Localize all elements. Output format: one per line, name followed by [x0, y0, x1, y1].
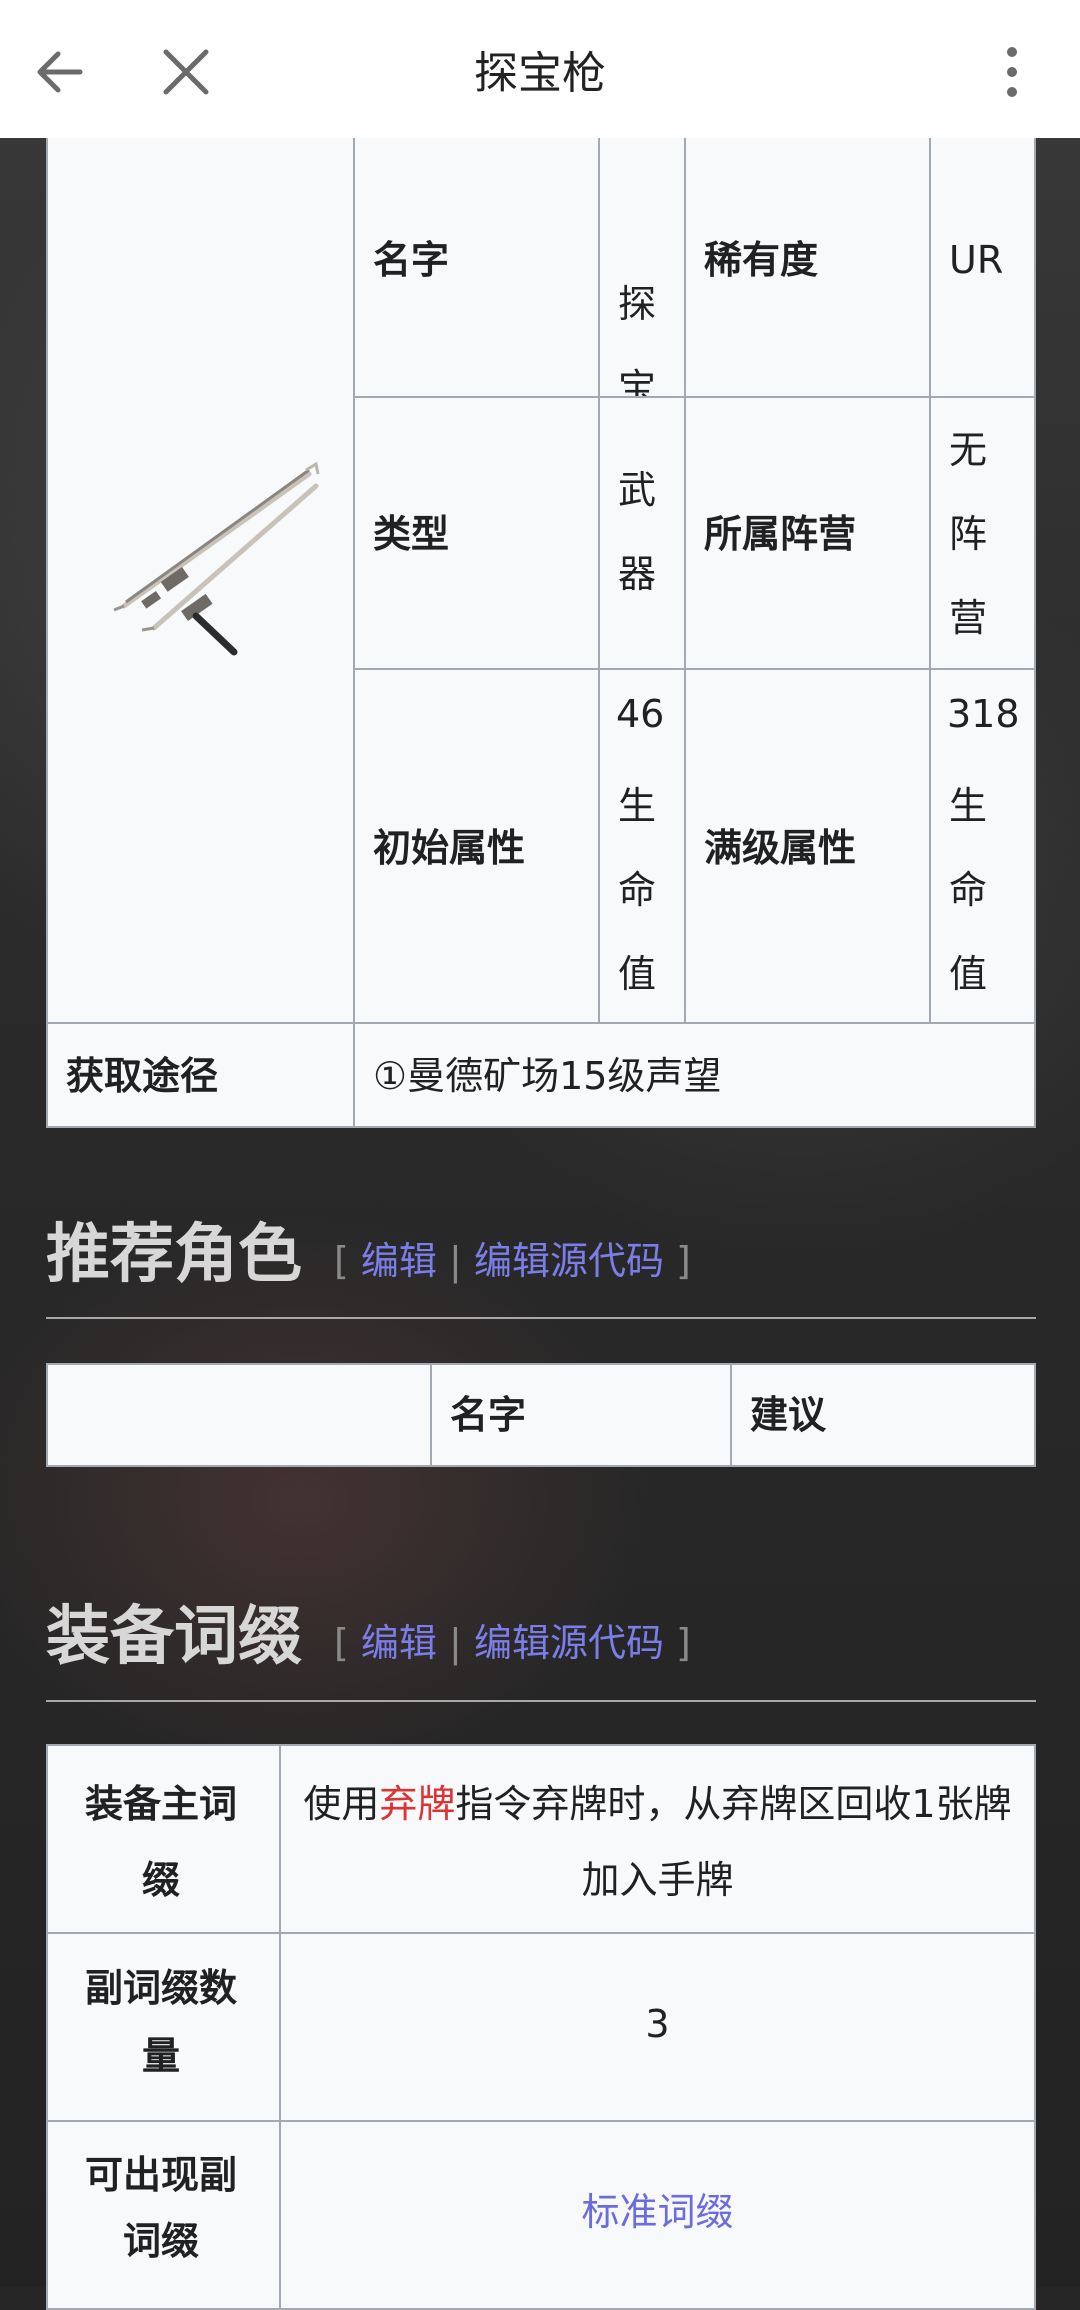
recommend-empty-header: [46, 1363, 432, 1467]
recommend-edit-source-link[interactable]: 编辑源代码: [474, 1239, 664, 1283]
standard-affix-link[interactable]: 标准词缀: [281, 2190, 1034, 2234]
init-attr-label-cell: 初始属性: [353, 668, 600, 1024]
faction-label-cell: 所属阵营: [684, 396, 931, 670]
sub-count-value: 3: [645, 2002, 670, 2046]
max-attr-unit: 生命值: [949, 784, 988, 996]
rarity-value-cell: UR: [929, 124, 1036, 398]
main-affix-label-cell: 装备主词缀: [46, 1744, 281, 1934]
treasure-gun-image[interactable]: [84, 456, 344, 676]
recommend-divider: [46, 1317, 1036, 1319]
main-affix-label: 装备主词缀: [84, 1782, 237, 1902]
max-attr-label-cell: 满级属性: [684, 668, 931, 1024]
type-value-cell: 武器: [598, 396, 686, 670]
main-affix-text-pre: 使用: [303, 1782, 380, 1826]
discard-link[interactable]: 弃牌: [379, 1782, 455, 1826]
affix-edit-link[interactable]: 编辑: [361, 1621, 437, 1665]
sub-count-label-cell: 副词缀数量: [46, 1932, 281, 2122]
init-attr-value-cell: 46 生命值: [598, 668, 686, 1024]
affix-edit-source-link[interactable]: 编辑源代码: [474, 1621, 664, 1665]
bracket-close: ]: [676, 1239, 691, 1283]
available-affix-value-cell: 标准词缀: [279, 2120, 1036, 2310]
affix-divider: [46, 1700, 1036, 1702]
separator: |: [449, 1239, 462, 1283]
source-value-cell: ①曼德矿场15级声望: [353, 1022, 1036, 1128]
name-label-cell: 名字: [353, 124, 600, 398]
source-value: ①曼德矿场15级声望: [373, 1054, 722, 1098]
init-attr-unit: 生命值: [618, 784, 657, 996]
faction-value: 无阵营: [949, 428, 988, 640]
max-attr-number: 318: [947, 692, 1020, 736]
sub-count-label: 副词缀数量: [84, 1966, 237, 2078]
recommend-edit-links: [ 编辑 | 编辑源代码 ]: [334, 1221, 691, 1301]
affix-edit-links: [ 编辑 | 编辑源代码 ]: [334, 1603, 691, 1683]
max-attr-label: 满级属性: [704, 826, 857, 870]
faction-label: 所属阵营: [704, 512, 857, 556]
recommend-edit-link[interactable]: 编辑: [361, 1239, 437, 1283]
bracket-close: ]: [676, 1621, 691, 1665]
bracket-open: [: [334, 1621, 349, 1665]
init-attr-label: 初始属性: [373, 826, 526, 870]
available-affix-label-cell: 可出现副词缀: [46, 2120, 281, 2310]
main-affix-text-post: 指令弃牌时，从弃牌区回收1张牌加入手牌: [455, 1782, 1012, 1902]
type-label: 类型: [373, 512, 450, 556]
rarity-value: UR: [949, 238, 1004, 282]
source-label: 获取途径: [66, 1054, 219, 1098]
available-affix-label: 可出现副词缀: [84, 2153, 237, 2263]
item-image-cell: [46, 124, 355, 1024]
affix-heading: 装备词缀: [46, 1600, 302, 1674]
recommend-advice-header-text: 建议: [750, 1393, 827, 1437]
type-value: 武器: [618, 468, 657, 596]
source-label-cell: 获取途径: [46, 1022, 355, 1128]
sub-count-value-cell: 3: [279, 1932, 1036, 2122]
recommend-advice-header: 建议: [730, 1363, 1036, 1467]
name-label: 名字: [373, 238, 450, 282]
recommend-name-header-text: 名字: [450, 1393, 527, 1437]
more-vertical-icon[interactable]: [984, 44, 1040, 100]
rarity-label-cell: 稀有度: [684, 124, 931, 398]
max-attr-value-cell: 318 生命值: [929, 668, 1036, 1024]
recommend-heading: 推荐角色: [46, 1218, 302, 1292]
main-affix-text: 使用弃牌指令弃牌时，从弃牌区回收1张牌加入手牌: [301, 1766, 1014, 1918]
type-label-cell: 类型: [353, 396, 600, 670]
name-value-cell: 探宝枪: [598, 124, 686, 494]
recommend-name-header: 名字: [430, 1363, 732, 1467]
top-app-bar: 探宝枪: [0, 0, 1080, 138]
rarity-label: 稀有度: [704, 238, 819, 282]
main-affix-value-cell: 使用弃牌指令弃牌时，从弃牌区回收1张牌加入手牌: [279, 1744, 1036, 1934]
separator: |: [449, 1621, 462, 1665]
faction-value-cell: 无阵营: [929, 396, 1036, 670]
init-attr-number: 46: [616, 692, 665, 736]
page-title: 探宝枪: [474, 48, 606, 99]
bracket-open: [: [334, 1239, 349, 1283]
